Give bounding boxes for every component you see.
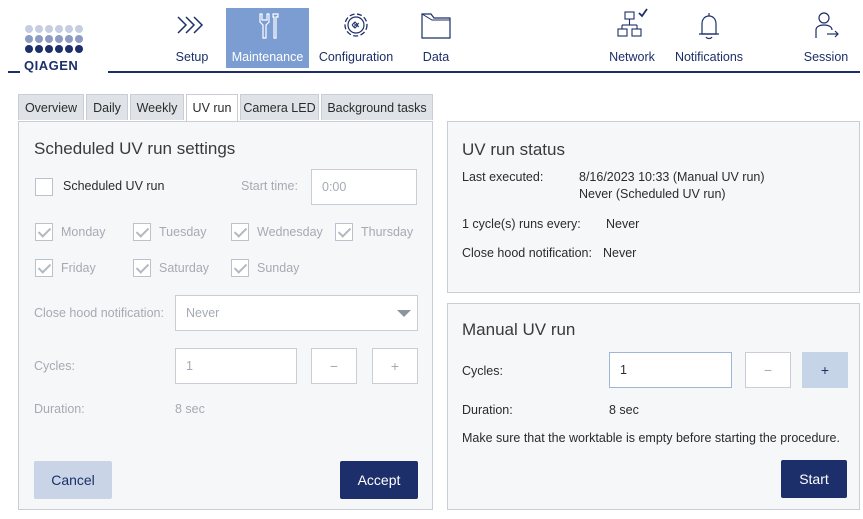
nav-data[interactable]: Data — [412, 8, 460, 68]
status-close-hood-label: Close hood notification: — [462, 246, 592, 260]
logo-text: QIAGEN — [24, 58, 79, 73]
cycles-input[interactable]: 1 — [175, 348, 297, 384]
uv-run-status-panel: UV run status Last executed: 8/16/2023 1… — [447, 121, 860, 293]
wednesday-checkbox[interactable] — [231, 223, 249, 241]
tab-overview[interactable]: Overview — [18, 94, 84, 120]
start-time-label: Start time: — [241, 179, 298, 193]
monday-checkbox[interactable] — [35, 223, 53, 241]
last-executed-manual: 8/16/2023 10:33 (Manual UV run) — [579, 170, 765, 184]
folder-icon — [421, 13, 451, 39]
manual-cycles-increment-button[interactable]: + — [802, 352, 848, 388]
nav-network[interactable]: Network — [600, 8, 664, 68]
sunday-label: Sunday — [257, 261, 300, 275]
close-hood-select-value: Never — [186, 306, 220, 320]
nav-configuration-label: Configuration — [318, 50, 394, 64]
chevron-down-icon — [397, 310, 411, 317]
nav-maintenance[interactable]: Maintenance — [226, 8, 309, 68]
nav-session[interactable]: Session — [796, 8, 856, 68]
tab-daily[interactable]: Daily — [86, 94, 128, 120]
header-divider — [8, 71, 860, 73]
tuesday-checkbox[interactable] — [133, 223, 151, 241]
nav-data-label: Data — [422, 50, 450, 64]
scheduled-uv-run-checkbox[interactable] — [35, 178, 53, 196]
cycle-every-label: 1 cycle(s) runs every: — [462, 217, 581, 231]
thursday-label: Thursday — [361, 225, 414, 239]
manual-cycles-input[interactable]: 1 — [609, 352, 732, 388]
scheduled-settings-title: Scheduled UV run settings — [34, 139, 236, 158]
nav-setup-label: Setup — [175, 50, 209, 64]
friday-checkbox[interactable] — [35, 259, 53, 277]
accept-button[interactable]: Accept — [340, 461, 418, 499]
monday-label: Monday — [61, 225, 106, 239]
sunday-checkbox[interactable] — [231, 259, 249, 277]
nav-network-label: Network — [609, 50, 655, 64]
tab-uv-run[interactable]: UV run — [186, 94, 238, 122]
setup-chevrons-icon — [177, 16, 204, 34]
status-close-hood-value: Never — [603, 246, 637, 260]
cycles-label: Cycles: — [34, 359, 75, 373]
manual-duration-label: Duration: — [462, 403, 513, 417]
manual-duration-value: 8 sec — [609, 403, 639, 417]
wednesday-label: Wednesday — [257, 225, 323, 239]
last-executed-label: Last executed: — [462, 170, 544, 184]
uv-status-title: UV run status — [462, 140, 565, 159]
worktable-notice: Make sure that the worktable is empty be… — [462, 431, 840, 445]
scheduled-uv-run-label: Scheduled UV run — [63, 179, 165, 193]
bell-icon — [699, 13, 719, 40]
manual-cycles-label: Cycles: — [462, 364, 503, 378]
manual-cycles-decrement-button[interactable]: − — [745, 352, 791, 388]
scheduled-uv-settings-panel: Scheduled UV run settings Scheduled UV r… — [18, 121, 433, 510]
start-button[interactable]: Start — [781, 460, 847, 498]
cycle-every-value: Never — [606, 217, 640, 231]
cycles-decrement-button[interactable]: − — [311, 348, 357, 384]
nav-setup[interactable]: Setup — [166, 8, 218, 68]
saturday-label: Saturday — [159, 261, 210, 275]
tools-icon — [258, 13, 279, 39]
nav-session-label: Session — [803, 50, 849, 64]
manual-uv-run-panel: Manual UV run Cycles: 1 − + Duration: 8 … — [447, 303, 860, 510]
gear-icon — [344, 13, 368, 37]
app-header: QIAGEN Setup Maintenance Configuration D… — [0, 0, 863, 82]
cancel-button[interactable]: Cancel — [34, 461, 112, 499]
tab-weekly[interactable]: Weekly — [130, 94, 184, 120]
nav-notifications[interactable]: Notifications — [666, 8, 752, 68]
start-time-input[interactable]: 0:00 — [311, 169, 417, 205]
tuesday-label: Tuesday — [159, 225, 207, 239]
qiagen-logo: QIAGEN — [20, 25, 100, 75]
saturday-checkbox[interactable] — [133, 259, 151, 277]
nav-notifications-label: Notifications — [674, 50, 744, 64]
close-hood-select[interactable]: Never — [175, 295, 418, 331]
cycles-increment-button[interactable]: + — [372, 348, 418, 384]
close-hood-label: Close hood notification: — [34, 306, 164, 320]
friday-label: Friday — [61, 261, 96, 275]
duration-label: Duration: — [34, 402, 85, 416]
last-executed-scheduled: Never (Scheduled UV run) — [579, 187, 726, 201]
tab-background-tasks[interactable]: Background tasks — [321, 94, 433, 120]
nav-configuration[interactable]: Configuration — [312, 8, 400, 68]
manual-uv-title: Manual UV run — [462, 320, 576, 339]
network-icon — [617, 8, 648, 37]
thursday-checkbox[interactable] — [335, 223, 353, 241]
tab-camera-led[interactable]: Camera LED — [240, 94, 319, 120]
duration-value: 8 sec — [175, 402, 205, 416]
nav-maintenance-label: Maintenance — [231, 50, 304, 64]
user-logout-icon — [815, 12, 839, 38]
